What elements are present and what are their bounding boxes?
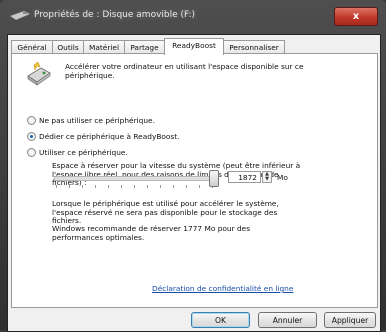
readyboost-panel: Accélérer votre ordinateur en utilisant … xyxy=(11,53,378,308)
slider-tick xyxy=(160,185,161,188)
radio-do-not-use[interactable] xyxy=(27,115,36,125)
slider-tick xyxy=(147,185,148,188)
ok-button[interactable]: OK xyxy=(191,312,250,328)
tab-readyboost[interactable]: ReadyBoost xyxy=(164,38,224,55)
apply-button[interactable]: Appliquer xyxy=(324,312,376,328)
slider-tick xyxy=(134,185,135,188)
dialog-body: Général Outils Matériel Partage ReadyBoo… xyxy=(7,34,381,332)
intro-text: Accélérer votre ordinateur en utilisant … xyxy=(65,62,304,80)
tab-general[interactable]: Général xyxy=(11,40,53,54)
privacy-link[interactable]: Déclaration de confidentialité en ligne xyxy=(152,284,293,293)
option-label: Ne pas utiliser ce périphérique. xyxy=(39,116,155,125)
cancel-button[interactable]: Annuler xyxy=(258,312,317,328)
option-label: Dédier ce périphérique à ReadyBoost. xyxy=(39,132,180,141)
slider-tick xyxy=(186,185,187,188)
close-button[interactable]: x xyxy=(334,7,378,26)
slider-track[interactable] xyxy=(54,176,218,181)
slider-tick xyxy=(121,185,122,188)
option-use[interactable]: Utiliser ce périphérique. xyxy=(27,147,128,158)
option-do-not-use[interactable]: Ne pas utiliser ce périphérique. xyxy=(27,115,155,126)
slider-thumb[interactable] xyxy=(209,170,219,187)
slider-tick xyxy=(173,185,174,188)
title-bar[interactable]: Propriétés de : Disque amovible (F:) x xyxy=(0,0,386,34)
slider-tick xyxy=(69,185,70,188)
radio-dedicate[interactable] xyxy=(27,131,36,141)
slider-tick xyxy=(108,185,109,188)
properties-dialog: Propriétés de : Disque amovible (F:) x G… xyxy=(0,0,386,332)
size-spinner[interactable]: ▲ ▼ xyxy=(262,171,272,183)
usage-note: Lorsque le périphérique est utilisé pour… xyxy=(52,199,279,225)
tab-outils[interactable]: Outils xyxy=(52,40,84,54)
slider-tick xyxy=(82,185,83,188)
slider-tick xyxy=(199,185,200,188)
option-label: Utiliser ce périphérique. xyxy=(39,148,128,157)
tab-materiel[interactable]: Matériel xyxy=(83,40,125,54)
slider-tick xyxy=(56,185,57,188)
recommendation-note: Windows recommande de réserver 1777 Mo p… xyxy=(52,224,251,242)
spin-down-icon[interactable]: ▼ xyxy=(263,177,271,182)
tab-partage[interactable]: Partage xyxy=(124,40,165,54)
option-dedicate[interactable]: Dédier ce périphérique à ReadyBoost. xyxy=(27,131,180,142)
slider-tick xyxy=(95,185,96,188)
size-unit: Mo xyxy=(277,173,288,182)
radio-use[interactable] xyxy=(27,147,36,157)
tab-personnaliser[interactable]: Personnaliser xyxy=(223,40,285,54)
drive-icon xyxy=(10,10,30,20)
reserve-size-input[interactable]: 1872 xyxy=(228,171,261,183)
usb-drive-icon xyxy=(27,62,51,86)
window-title: Propriétés de : Disque amovible (F:) xyxy=(34,10,196,20)
